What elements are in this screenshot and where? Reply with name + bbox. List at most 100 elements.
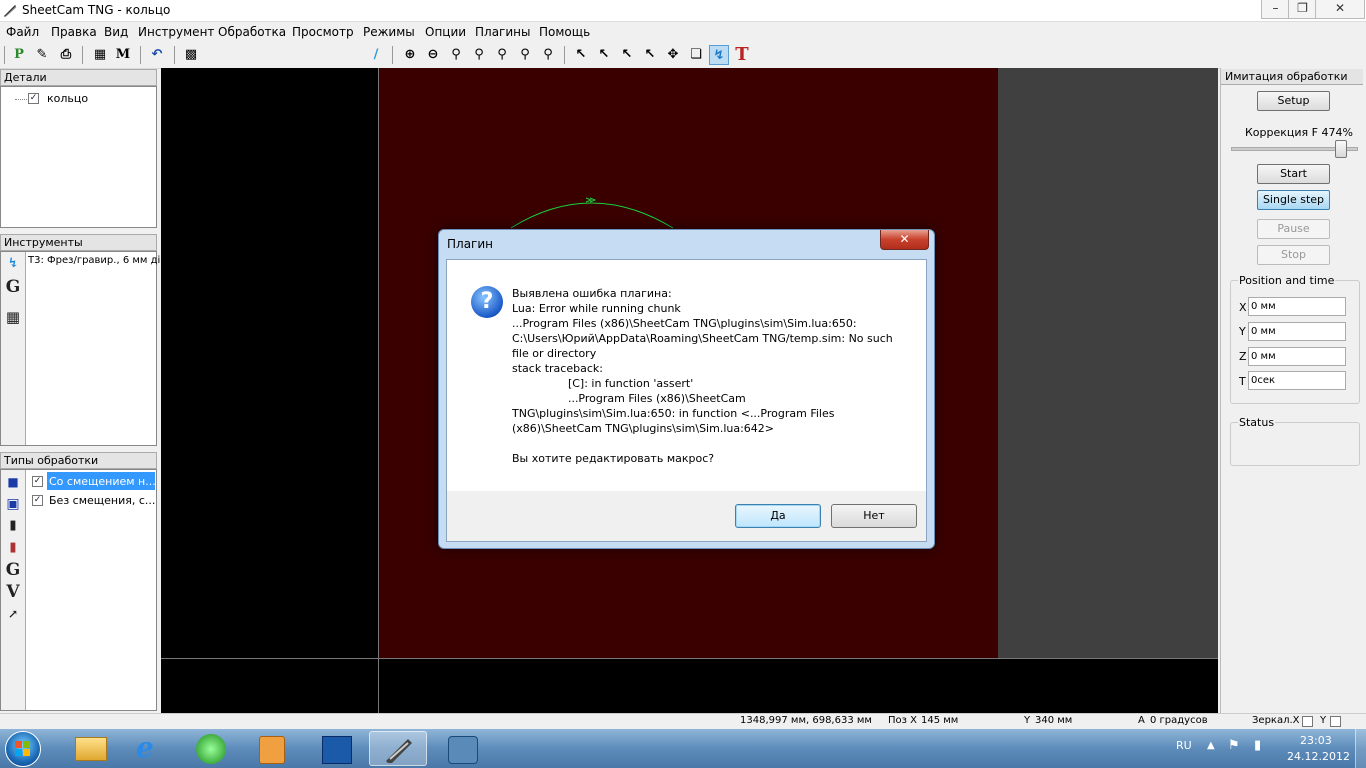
network-status-icon[interactable]: ▮ (1254, 738, 1261, 753)
maximize-button[interactable]: ❐ (1288, 0, 1317, 19)
tool-item[interactable]: T3: Фрез/гравир., 6 мм ді (28, 255, 160, 266)
time-field[interactable]: 0сек (1248, 371, 1346, 390)
taskbar-app[interactable] (306, 731, 364, 766)
taskbar-ie[interactable]: e (121, 731, 179, 766)
toolbar: P ✎ ⎙ ▦ M ↶ ▩ ∕ ⊕ ⊖ ⚲ ⚲ ⚲ ⚲ ⚲ ↖ ↖ ↖ ↖ ✥ … (0, 42, 1366, 105)
menu-edit[interactable]: Правка (51, 25, 97, 39)
gcode-icon[interactable]: G (3, 277, 23, 297)
simulation-header: Имитация обработки (1221, 69, 1363, 85)
pos-y-value: 340 мм (1035, 715, 1073, 726)
operation-item[interactable]: Без смещения, с... (49, 494, 155, 507)
select-icon[interactable]: ↖ (571, 45, 591, 65)
menu-options[interactable]: Опции (425, 25, 466, 39)
show-desktop-button[interactable] (1355, 729, 1366, 768)
layer-icon[interactable]: ▩ (181, 45, 201, 65)
drill-icon[interactable]: ▮ (3, 516, 23, 536)
zoom-part-icon[interactable]: ⚲ (469, 45, 489, 65)
calculator-icon[interactable]: ▦ (90, 45, 110, 65)
vcarve-icon[interactable]: V (3, 582, 23, 602)
taskbar-explorer[interactable] (61, 731, 119, 766)
select-start-icon[interactable]: ↖ (594, 45, 614, 65)
taskbar-media[interactable] (241, 731, 299, 766)
table-icon[interactable]: ▦ (3, 307, 23, 327)
gcode-op-icon[interactable]: G (3, 560, 23, 580)
plunge-icon[interactable]: ↯ (709, 45, 729, 65)
part-checkbox[interactable]: ✓ (28, 93, 39, 104)
part-item[interactable]: кольцо (47, 92, 88, 105)
operation-item[interactable]: Со смещением н... (49, 475, 156, 488)
zoom-previous-icon[interactable]: ⚲ (538, 45, 558, 65)
toolbar-separator (392, 46, 393, 64)
yes-button[interactable]: Да (735, 504, 821, 528)
tree-line (15, 99, 27, 100)
close-button[interactable]: ✕ (1315, 0, 1365, 19)
language-indicator[interactable]: RU (1176, 739, 1192, 752)
rotate-icon[interactable]: ❏ (686, 45, 706, 65)
operation-checkbox[interactable]: ✓ (32, 476, 43, 487)
start-button[interactable]: Start (1257, 164, 1330, 184)
dialog-close-button[interactable]: ✕ (880, 230, 929, 250)
x-label: X (1239, 301, 1247, 314)
clock-time[interactable]: 23:03 (1300, 734, 1332, 747)
message-line: [C]: in function 'assert' (512, 377, 694, 390)
setup-button[interactable]: Setup (1257, 91, 1330, 111)
select-text-icon[interactable]: ↖ (617, 45, 637, 65)
pocket-icon[interactable]: ▣ (3, 494, 23, 514)
print-icon[interactable]: ⎙ (56, 45, 76, 65)
toolbar-separator (174, 46, 175, 64)
new-part-icon[interactable]: P (9, 45, 29, 65)
zoom-all-icon[interactable]: ⚲ (515, 45, 535, 65)
plunge-tool-icon[interactable]: ↯ (3, 254, 23, 274)
taskbar-network[interactable] (181, 731, 239, 766)
tap-icon[interactable]: ▮ (3, 538, 23, 558)
question-icon: ? (471, 286, 503, 318)
menu-help[interactable]: Помощь (539, 25, 590, 39)
z-position-field[interactable]: 0 мм (1248, 347, 1346, 366)
edit-icon[interactable]: ✎ (32, 45, 52, 65)
move-icon[interactable]: ✥ (663, 45, 683, 65)
pause-button[interactable]: Pause (1257, 219, 1330, 239)
start-button[interactable] (5, 731, 41, 767)
zoom-out-icon[interactable]: ⊖ (423, 45, 443, 65)
menu-file[interactable]: Файл (6, 25, 39, 39)
menu-preview[interactable]: Просмотр (292, 25, 354, 39)
undo-icon[interactable]: ↶ (147, 45, 167, 65)
mirror-x-checkbox[interactable] (1302, 716, 1313, 727)
select-cut-icon[interactable]: ↖ (640, 45, 660, 65)
tool-icon[interactable]: ∕ (366, 45, 386, 65)
y-label: Y (1239, 325, 1246, 338)
taskbar-sheetcam[interactable] (369, 731, 427, 766)
menu-modes[interactable]: Режимы (363, 25, 415, 39)
menu-plugins[interactable]: Плагины (475, 25, 530, 39)
taskbar-phone[interactable] (432, 731, 490, 766)
operation-checkbox[interactable]: ✓ (32, 495, 43, 506)
folder-icon (75, 737, 107, 761)
zoom-window-icon[interactable]: ⚲ (492, 45, 512, 65)
clock-date[interactable]: 24.12.2012 (1287, 750, 1350, 763)
dialog-title: Плагин (447, 237, 493, 251)
minimize-button[interactable]: – (1261, 0, 1290, 19)
menu-processing[interactable]: Обработка (218, 25, 286, 39)
flag-icon[interactable]: ⚑ (1228, 738, 1240, 753)
y-position-field[interactable]: 0 мм (1248, 322, 1346, 341)
no-button[interactable]: Нет (831, 504, 917, 528)
contour-icon[interactable]: ■ (3, 472, 23, 492)
menu-tool[interactable]: Инструмент (138, 25, 214, 39)
x-position-field[interactable]: 0 мм (1248, 297, 1346, 316)
tray-expand-icon[interactable]: ▲ (1207, 740, 1215, 751)
window-title: SheetCam TNG - кольцо (22, 3, 171, 17)
macro-icon[interactable]: M (113, 45, 133, 65)
mirror-y-checkbox[interactable] (1330, 716, 1341, 727)
feed-slider-thumb[interactable] (1334, 140, 1347, 158)
menu-view[interactable]: Вид (104, 25, 128, 39)
tools-icon-column: ↯ G ▦ (1, 252, 26, 445)
text-icon[interactable]: T (732, 45, 752, 65)
mirror-x-label: Зеркал.X (1252, 715, 1300, 726)
zoom-in-icon[interactable]: ⊕ (400, 45, 420, 65)
menu-bar: Файл Правка Вид Инструмент Обработка Про… (0, 22, 1366, 42)
measure-icon[interactable]: ↗ (3, 604, 23, 624)
zoom-fit-icon[interactable]: ⚲ (446, 45, 466, 65)
single-step-button[interactable]: Single step (1257, 190, 1330, 210)
stop-button[interactable]: Stop (1257, 245, 1330, 265)
dialog-question: Вы хотите редактировать макрос? (512, 452, 715, 465)
